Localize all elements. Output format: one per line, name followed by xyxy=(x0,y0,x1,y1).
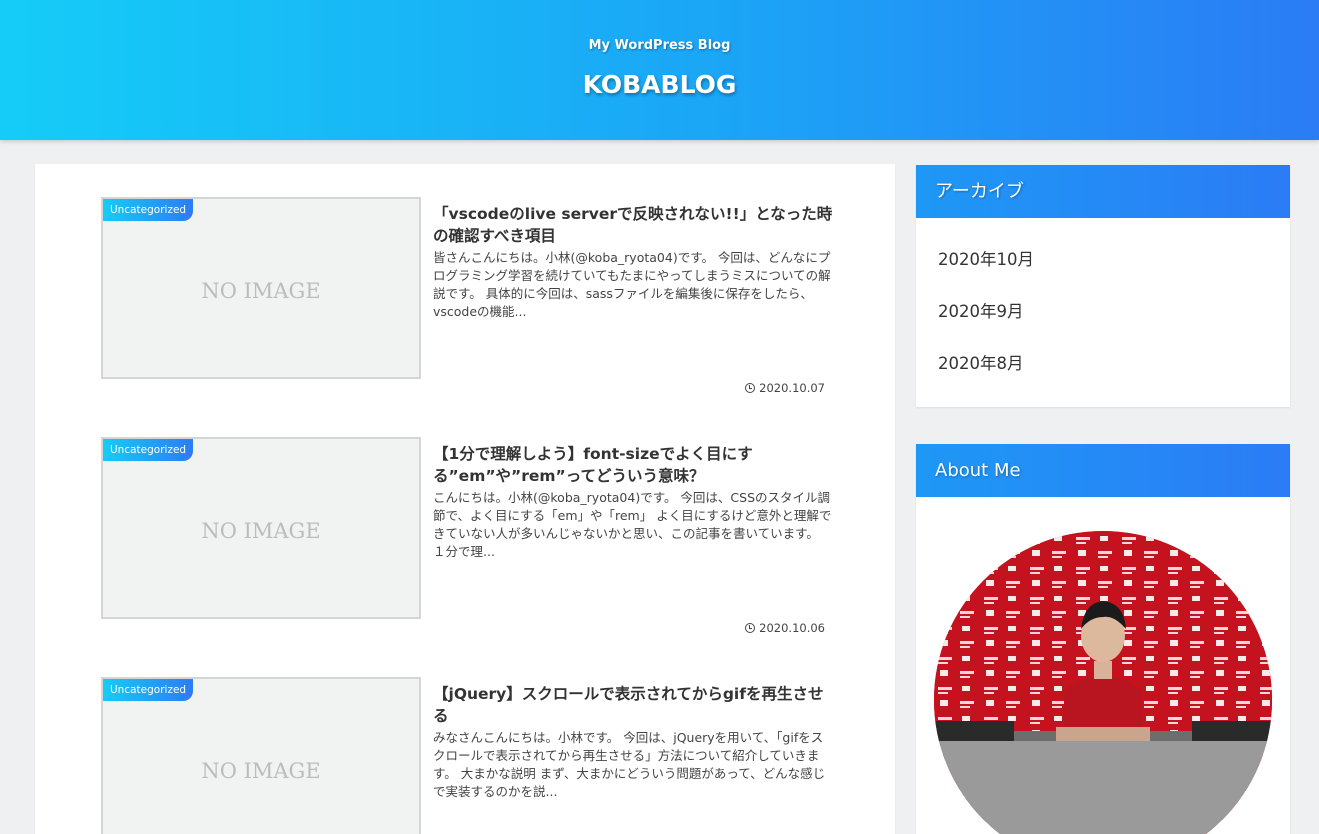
profile-photo-image xyxy=(934,531,1272,834)
post-date-text: 2020.10.06 xyxy=(759,621,825,635)
site-title-link[interactable]: KOBABLOG xyxy=(0,70,1319,99)
post-excerpt: みなさんこんにちは。小林です。 今回は、jQueryを用いて、「gifをスクロー… xyxy=(433,730,826,799)
site-header: My WordPress Blog KOBABLOG xyxy=(0,0,1319,140)
category-badge[interactable]: Uncategorized xyxy=(103,679,194,701)
post-title[interactable]: 「vscodeのlive serverで反映されない!!」となった時の確認すべき… xyxy=(433,203,833,247)
category-badge[interactable]: Uncategorized xyxy=(103,439,194,461)
no-image-placeholder: NO IMAGE xyxy=(201,759,321,783)
clock-icon xyxy=(745,623,756,633)
post-list: NO IMAGE Uncategorized 「vscodeのlive serv… xyxy=(35,164,895,834)
post-thumbnail[interactable]: NO IMAGE Uncategorized xyxy=(101,677,421,834)
about-widget-title: About Me xyxy=(916,444,1290,497)
post-date: 2020.10.06 xyxy=(745,621,825,635)
archive-widget: アーカイブ 2020年10月 2020年9月 2020年8月 xyxy=(916,165,1290,407)
post-card[interactable]: NO IMAGE Uncategorized 「vscodeのlive serv… xyxy=(101,197,833,395)
about-widget: About Me xyxy=(916,444,1290,834)
archive-widget-title: アーカイブ xyxy=(916,165,1290,218)
post-title[interactable]: 【jQuery】スクロールで表示されてからgifを再生させる xyxy=(433,683,833,727)
post-thumbnail[interactable]: NO IMAGE Uncategorized xyxy=(101,437,421,619)
clock-icon xyxy=(745,383,756,393)
post-card[interactable]: NO IMAGE Uncategorized 【jQuery】スクロールで表示さ… xyxy=(101,677,831,834)
archive-list: 2020年10月 2020年9月 2020年8月 xyxy=(916,218,1290,396)
post-excerpt: 皆さんこんにちは。小林(@koba_ryota04)です。 今回は、どんなにプロ… xyxy=(433,250,831,319)
category-badge[interactable]: Uncategorized xyxy=(103,199,194,221)
archive-item[interactable]: 2020年10月 xyxy=(916,240,1290,292)
post-thumbnail[interactable]: NO IMAGE Uncategorized xyxy=(101,197,421,379)
archive-item[interactable]: 2020年8月 xyxy=(916,344,1290,396)
no-image-placeholder: NO IMAGE xyxy=(201,279,321,303)
site-tagline: My WordPress Blog xyxy=(588,38,731,53)
profile-photo xyxy=(934,531,1272,834)
post-card[interactable]: NO IMAGE Uncategorized 【1分で理解しよう】font-si… xyxy=(101,437,833,635)
post-title[interactable]: 【1分で理解しよう】font-sizeでよく目にする”em”や”rem”ってどう… xyxy=(433,443,833,487)
post-date: 2020.10.07 xyxy=(745,381,825,395)
archive-item[interactable]: 2020年9月 xyxy=(916,292,1290,344)
post-excerpt: こんにちは。小林(@koba_ryota04)です。 今回は、CSSのスタイル調… xyxy=(433,490,832,559)
post-date-text: 2020.10.07 xyxy=(759,381,825,395)
no-image-placeholder: NO IMAGE xyxy=(201,519,321,543)
